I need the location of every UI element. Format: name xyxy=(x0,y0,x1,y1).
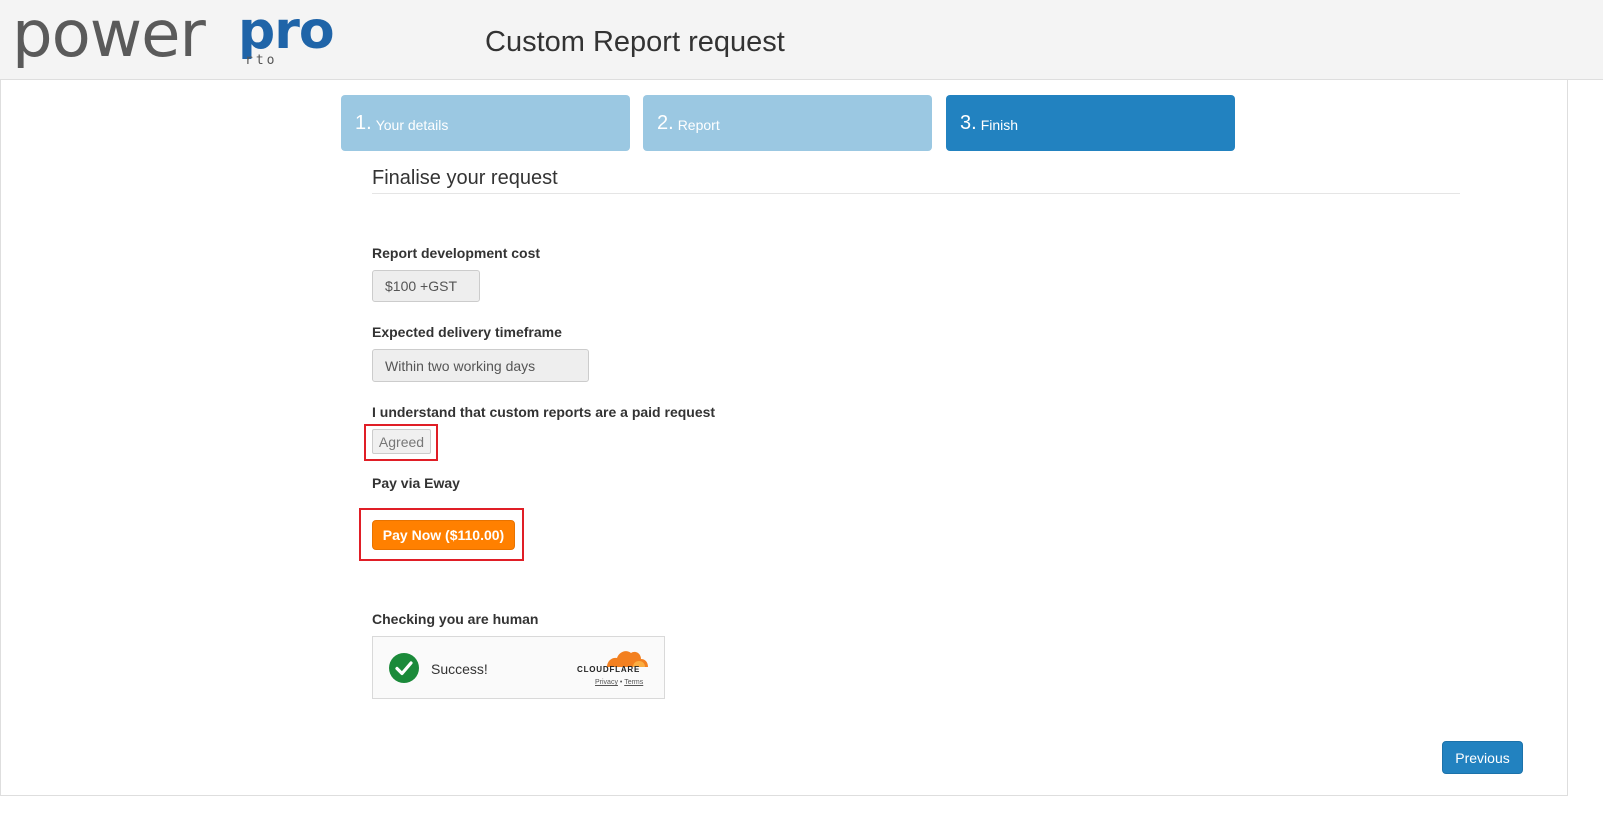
success-check-icon xyxy=(389,653,419,683)
captcha-links: Privacy • Terms xyxy=(595,679,643,686)
svg-text:power: power xyxy=(12,2,207,68)
delivery-field: Within two working days xyxy=(372,349,589,382)
section-divider xyxy=(372,193,1460,194)
page-title: Custom Report request xyxy=(485,26,785,58)
step-report[interactable]: 2. Report xyxy=(643,95,932,151)
human-check-label: Checking you are human xyxy=(372,611,539,627)
step-number: 3. xyxy=(960,111,977,134)
page-header: power pro rto Custom Report request xyxy=(0,0,1603,80)
agree-label: I understand that custom reports are a p… xyxy=(372,404,716,420)
svg-text:rto: rto xyxy=(245,53,277,68)
privacy-link[interactable]: Privacy xyxy=(595,679,618,686)
section-title: Finalise your request xyxy=(372,167,558,189)
delivery-label: Expected delivery timeframe xyxy=(372,324,562,340)
content-frame xyxy=(0,80,1568,796)
link-separator: • xyxy=(619,679,623,686)
step-your-details[interactable]: 1. Your details xyxy=(341,95,630,151)
step-label: Report xyxy=(677,117,720,133)
step-label: Finish xyxy=(980,117,1019,133)
step-number: 1. xyxy=(355,111,372,134)
terms-link[interactable]: Terms xyxy=(624,679,643,686)
pay-label: Pay via Eway xyxy=(372,475,460,491)
step-finish[interactable]: 3. Finish xyxy=(946,95,1235,151)
cost-field: $100 +GST xyxy=(372,270,480,302)
agreed-badge: Agreed xyxy=(372,429,431,454)
powerpro-logo: power pro rto xyxy=(12,2,335,68)
cloudflare-captcha[interactable]: Success! CLOUDFLARE Privacy • Terms xyxy=(372,636,665,699)
captcha-status: Success! xyxy=(431,661,488,677)
previous-button[interactable]: Previous xyxy=(1442,741,1523,774)
cloudflare-brand: CLOUDFLARE xyxy=(577,665,641,674)
cost-label: Report development cost xyxy=(372,245,541,261)
pay-now-button[interactable]: Pay Now ($110.00) xyxy=(372,520,515,550)
step-label: Your details xyxy=(375,117,449,133)
step-number: 2. xyxy=(657,111,674,134)
